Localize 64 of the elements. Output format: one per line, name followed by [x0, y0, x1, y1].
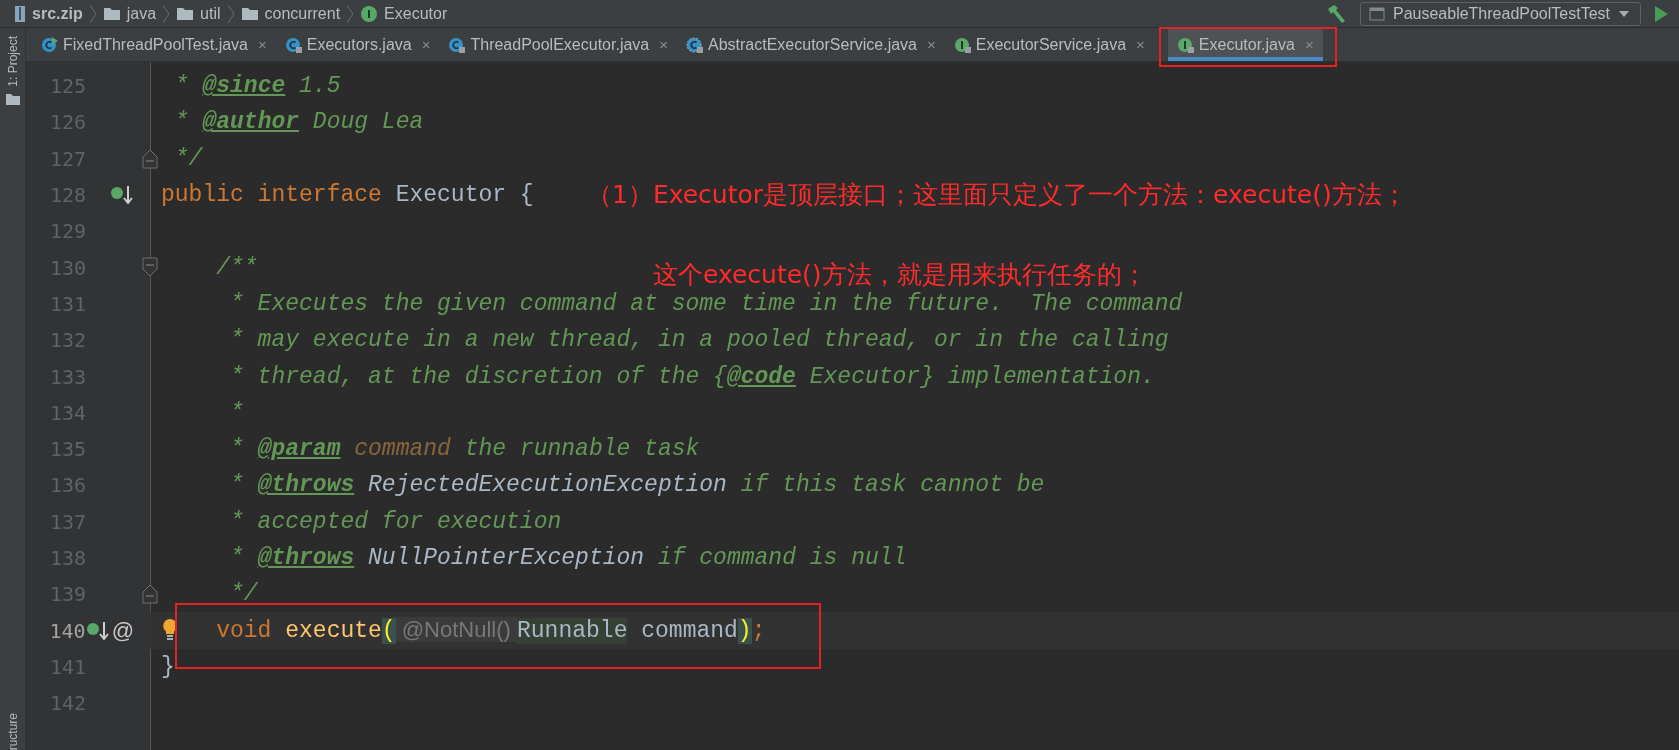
editor-tab[interactable]: FixedThreadPoolTest.java ×	[32, 28, 276, 61]
code-line: public interface Executor {	[161, 181, 534, 211]
code-line: * may execute in a new thread, in a pooled thread, or in the calling	[229, 326, 1169, 356]
implemented-marker-icon[interactable]	[110, 184, 134, 207]
close-tab-button[interactable]: ×	[927, 36, 936, 53]
annotation-note: （1）Executor是顶层接口；这里面只定义了一个方法：execute()方法；	[587, 179, 1407, 211]
code-line: *	[229, 398, 244, 428]
line-number: 140	[48, 618, 86, 643]
implemented-marker-icon[interactable]	[85, 619, 110, 642]
archive-icon	[14, 4, 26, 23]
fold-icon[interactable]	[141, 257, 159, 278]
code-line: * @param command the runnable task	[229, 435, 700, 465]
hammer-icon[interactable]	[1325, 3, 1348, 24]
breadcrumb-item[interactable]: Executor	[384, 4, 448, 23]
breadcrumb-item[interactable]: util	[200, 4, 221, 23]
breadcrumb-item[interactable]: concurrent	[264, 4, 341, 23]
interface-icon	[1176, 35, 1195, 54]
folder-icon	[5, 92, 20, 105]
structure-tool-tab[interactable]: ructure	[5, 712, 20, 750]
lightbulb-icon[interactable]	[162, 618, 178, 643]
close-tab-button[interactable]: ×	[659, 36, 668, 53]
close-tab-button[interactable]: ×	[1136, 36, 1145, 53]
folder-icon	[176, 6, 195, 21]
editor-tab[interactable]: Executors.java ×	[275, 28, 440, 61]
run-icon[interactable]	[1653, 4, 1669, 23]
code-line: * @since 1.5	[173, 72, 341, 102]
breadcrumb-item[interactable]: src.zip	[32, 4, 83, 23]
class-icon	[448, 35, 467, 54]
interface-icon	[953, 35, 972, 54]
annotation-marker[interactable]: @	[111, 617, 134, 644]
code-line: * accepted for execution	[229, 507, 562, 537]
project-tool-tab[interactable]: 1: Project	[5, 36, 20, 87]
code-line: * @throws NullPointerException if command is null	[229, 544, 907, 573]
editor-tab[interactable]: ThreadPoolExecutor.java ×	[439, 28, 677, 61]
class-icon	[284, 35, 303, 54]
breadcrumb-item[interactable]: java	[126, 4, 157, 23]
fold-icon[interactable]	[141, 584, 159, 605]
close-tab-button[interactable]: ×	[258, 36, 267, 53]
folder-icon	[102, 6, 121, 21]
code-line: /**	[215, 253, 258, 283]
close-tab-button[interactable]: ×	[421, 36, 431, 53]
editor-tab[interactable]: Executor.java ×	[1167, 28, 1323, 61]
chevron-icon	[346, 3, 355, 24]
chevron-icon	[162, 3, 171, 24]
annotation-note: 这个execute()方法，就是用来执行任务的；	[653, 259, 1147, 291]
editor-tab[interactable]: AbstractExecutorService.java ×	[677, 28, 945, 61]
chevron-icon	[88, 3, 97, 24]
abstract-class-icon	[686, 35, 704, 54]
code-line: * thread, at the discretion of the {@code Executor} implementation.	[229, 362, 1155, 392]
code-line: */	[229, 580, 258, 610]
code-line: */	[173, 144, 203, 174]
chevron-icon	[226, 3, 235, 24]
folder-icon	[240, 6, 259, 21]
caret-icon	[1618, 9, 1630, 18]
editor-tab[interactable]: ExecutorService.java ×	[944, 28, 1154, 61]
code-line: * @author Doug Lea	[173, 108, 424, 138]
code-line: void execute( @NotNull() Runnable command);	[215, 616, 766, 647]
code-line: * Executes the given command at some time in the future. The command	[229, 289, 1183, 319]
window-icon	[1368, 6, 1385, 21]
run-configuration-dropdown[interactable]: PauseableThreadPoolTestTest	[1359, 1, 1641, 26]
interface-icon	[360, 4, 379, 23]
class-icon	[41, 35, 59, 54]
code-line: * @throws RejectedExecutionException if this task cannot be	[229, 471, 1045, 501]
code-line: }	[161, 652, 175, 682]
